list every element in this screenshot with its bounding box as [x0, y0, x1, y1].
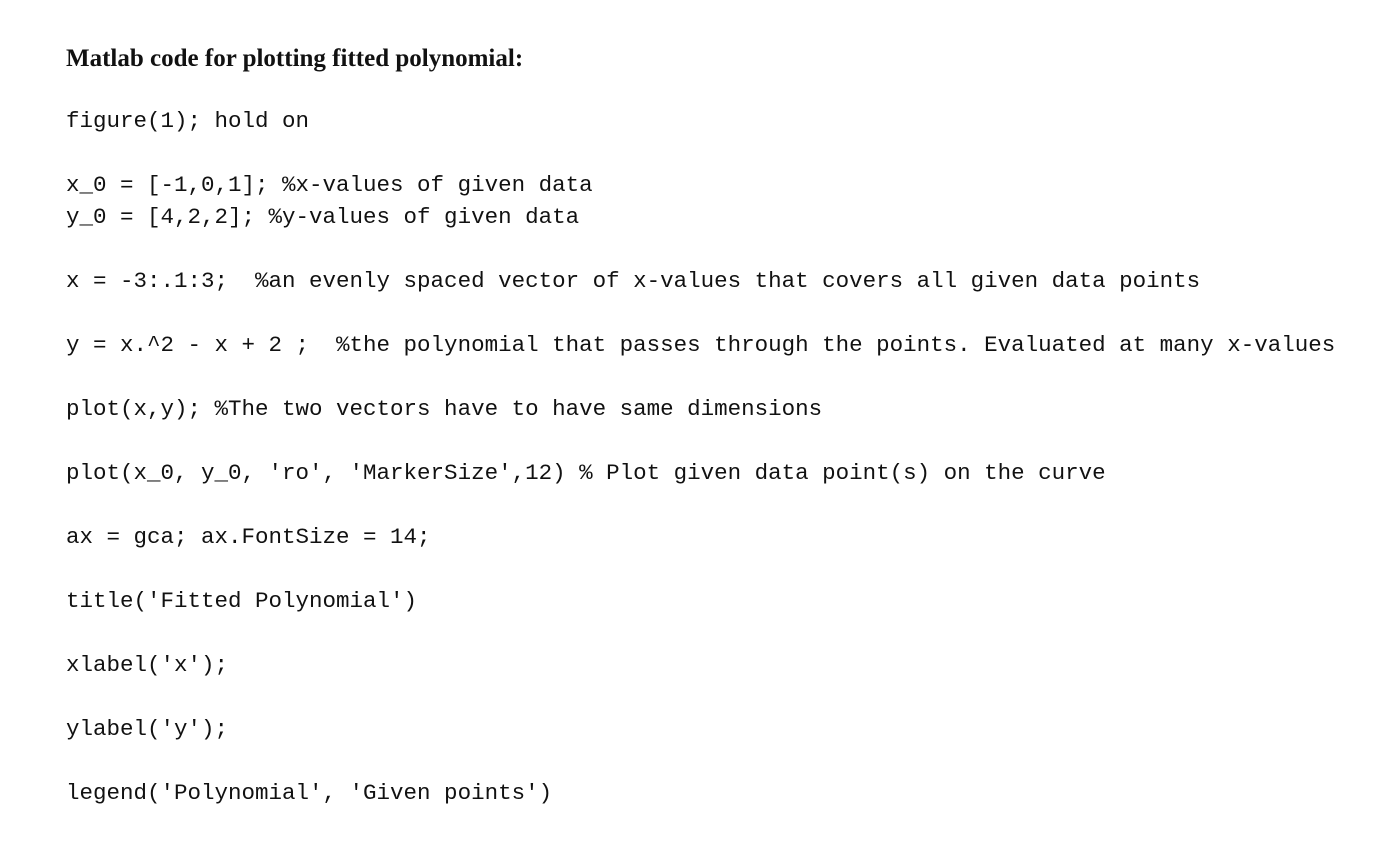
code-line-x-vector: x = -3:.1:3; %an evenly spaced vector of…	[66, 268, 1201, 294]
code-line-axes-fontsize: ax = gca; ax.FontSize = 14;	[66, 524, 431, 550]
code-line-plot-points: plot(x_0, y_0, 'ro', 'MarkerSize',12) % …	[66, 460, 1106, 486]
code-line-y0: y_0 = [4,2,2]; %y-values of given data	[66, 204, 580, 230]
code-line-x0: x_0 = [-1,0,1]; %x-values of given data	[66, 172, 593, 198]
code-line-legend: legend('Polynomial', 'Given points')	[66, 780, 553, 806]
document-heading: Matlab code for plotting fitted polynomi…	[66, 45, 524, 72]
code-line-figure: figure(1); hold on	[66, 108, 310, 134]
code-line-ylabel: ylabel('y');	[66, 716, 229, 742]
code-line-xlabel: xlabel('x');	[66, 652, 229, 678]
code-line-title: title('Fitted Polynomial')	[66, 588, 418, 614]
code-line-polynomial: y = x.^2 - x + 2 ; %the polynomial that …	[66, 332, 1336, 358]
code-line-plot-curve: plot(x,y); %The two vectors have to have…	[66, 396, 823, 422]
